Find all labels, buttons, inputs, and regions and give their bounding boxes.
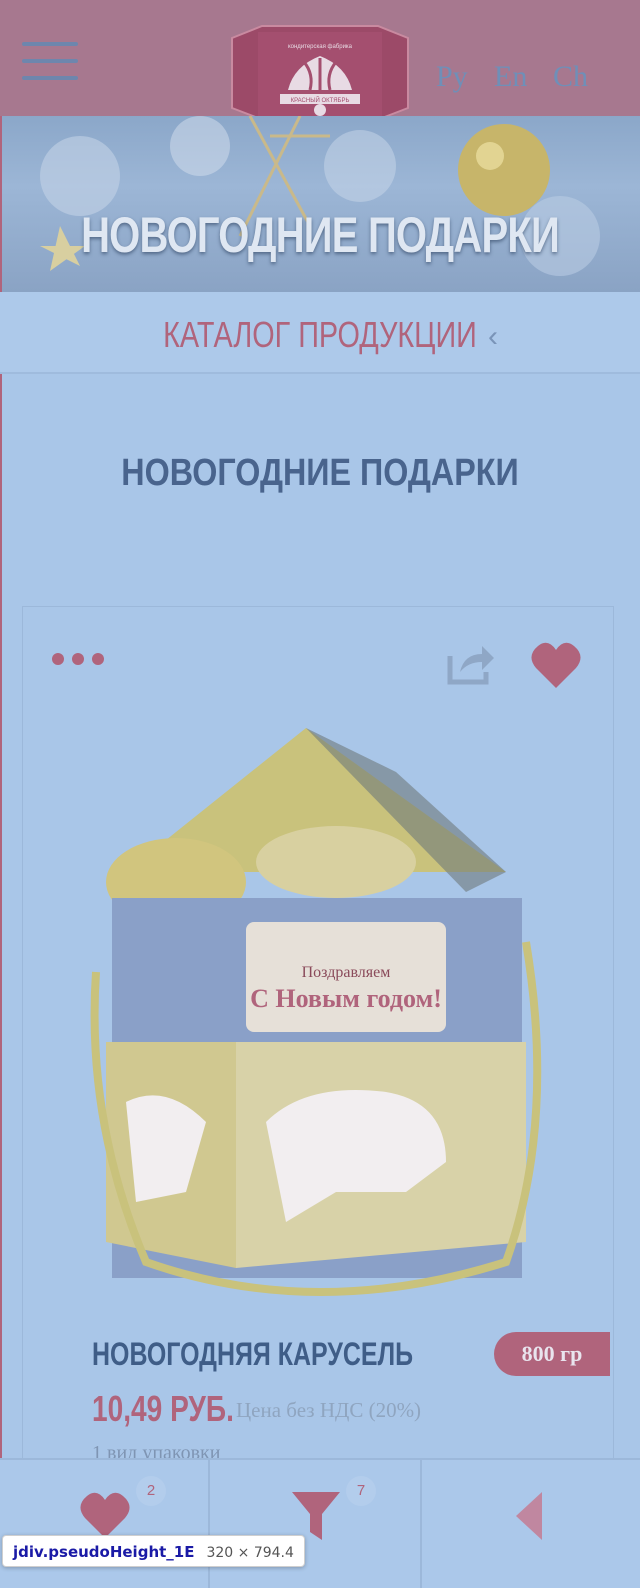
share-icon[interactable] [446,640,496,686]
arrow-left-icon [516,1492,542,1540]
bottom-bar: 2 7 [0,1458,640,1588]
banner-image [40,116,600,276]
devtools-tooltip: jdiv.pseudoHeight_1E 320 × 794.4 [2,1535,305,1567]
header: кондитерская фабрика КРАСНЫЙ ОКТЯБРЬ Ру … [0,0,640,147]
filter-count: 7 [346,1476,376,1506]
image-text-greeting: Поздравляем [302,964,391,981]
chevron-left-icon: ‹ [488,320,498,353]
favorite-heart-icon[interactable] [530,640,582,690]
product-image[interactable]: Поздравляем С Новым годом! [86,722,546,1302]
weight-badge: 800 гр [494,1332,610,1376]
logo-tagline: кондитерская фабрика [288,44,353,50]
more-icon[interactable] [52,652,112,670]
banner: НОВОГОДНИЕ ПОДАРКИ [0,116,640,292]
catalog-label: КАТАЛОГ ПРОДУКЦИИ [163,314,477,355]
logo-text: КРАСНЫЙ ОКТЯБРЬ [291,96,350,104]
tooltip-element-name: jdiv.pseudoHeight_1E [13,1543,195,1561]
banner-title: НОВОГОДНИЕ ПОДАРКИ [81,207,560,263]
menu-icon[interactable] [22,42,78,82]
heart-icon [80,1492,130,1538]
favorites-button[interactable]: 2 [0,1460,208,1588]
product-name[interactable]: НОВОГОДНЯЯ КАРУСЕЛЬ [92,1336,413,1373]
favorites-count: 2 [136,1476,166,1506]
filter-button[interactable]: 7 [210,1460,420,1588]
tooltip-element-size: 320 × 794.4 [206,1545,294,1561]
product-price: 10,49 РУБ. [92,1388,234,1429]
lang-ch[interactable]: Ch [553,60,588,94]
page-title: НОВОГОДНИЕ ПОДАРКИ [121,452,519,494]
price-note: Цена без НДС (20%) [236,1398,422,1422]
lang-ru[interactable]: Ру [436,60,468,94]
catalog-toggle[interactable]: КАТАЛОГ ПРОДУКЦИИ ‹ [0,292,640,374]
back-button[interactable] [422,1460,640,1588]
lang-en[interactable]: En [494,60,527,94]
image-text-newyear: С Новым годом! [250,984,442,1013]
